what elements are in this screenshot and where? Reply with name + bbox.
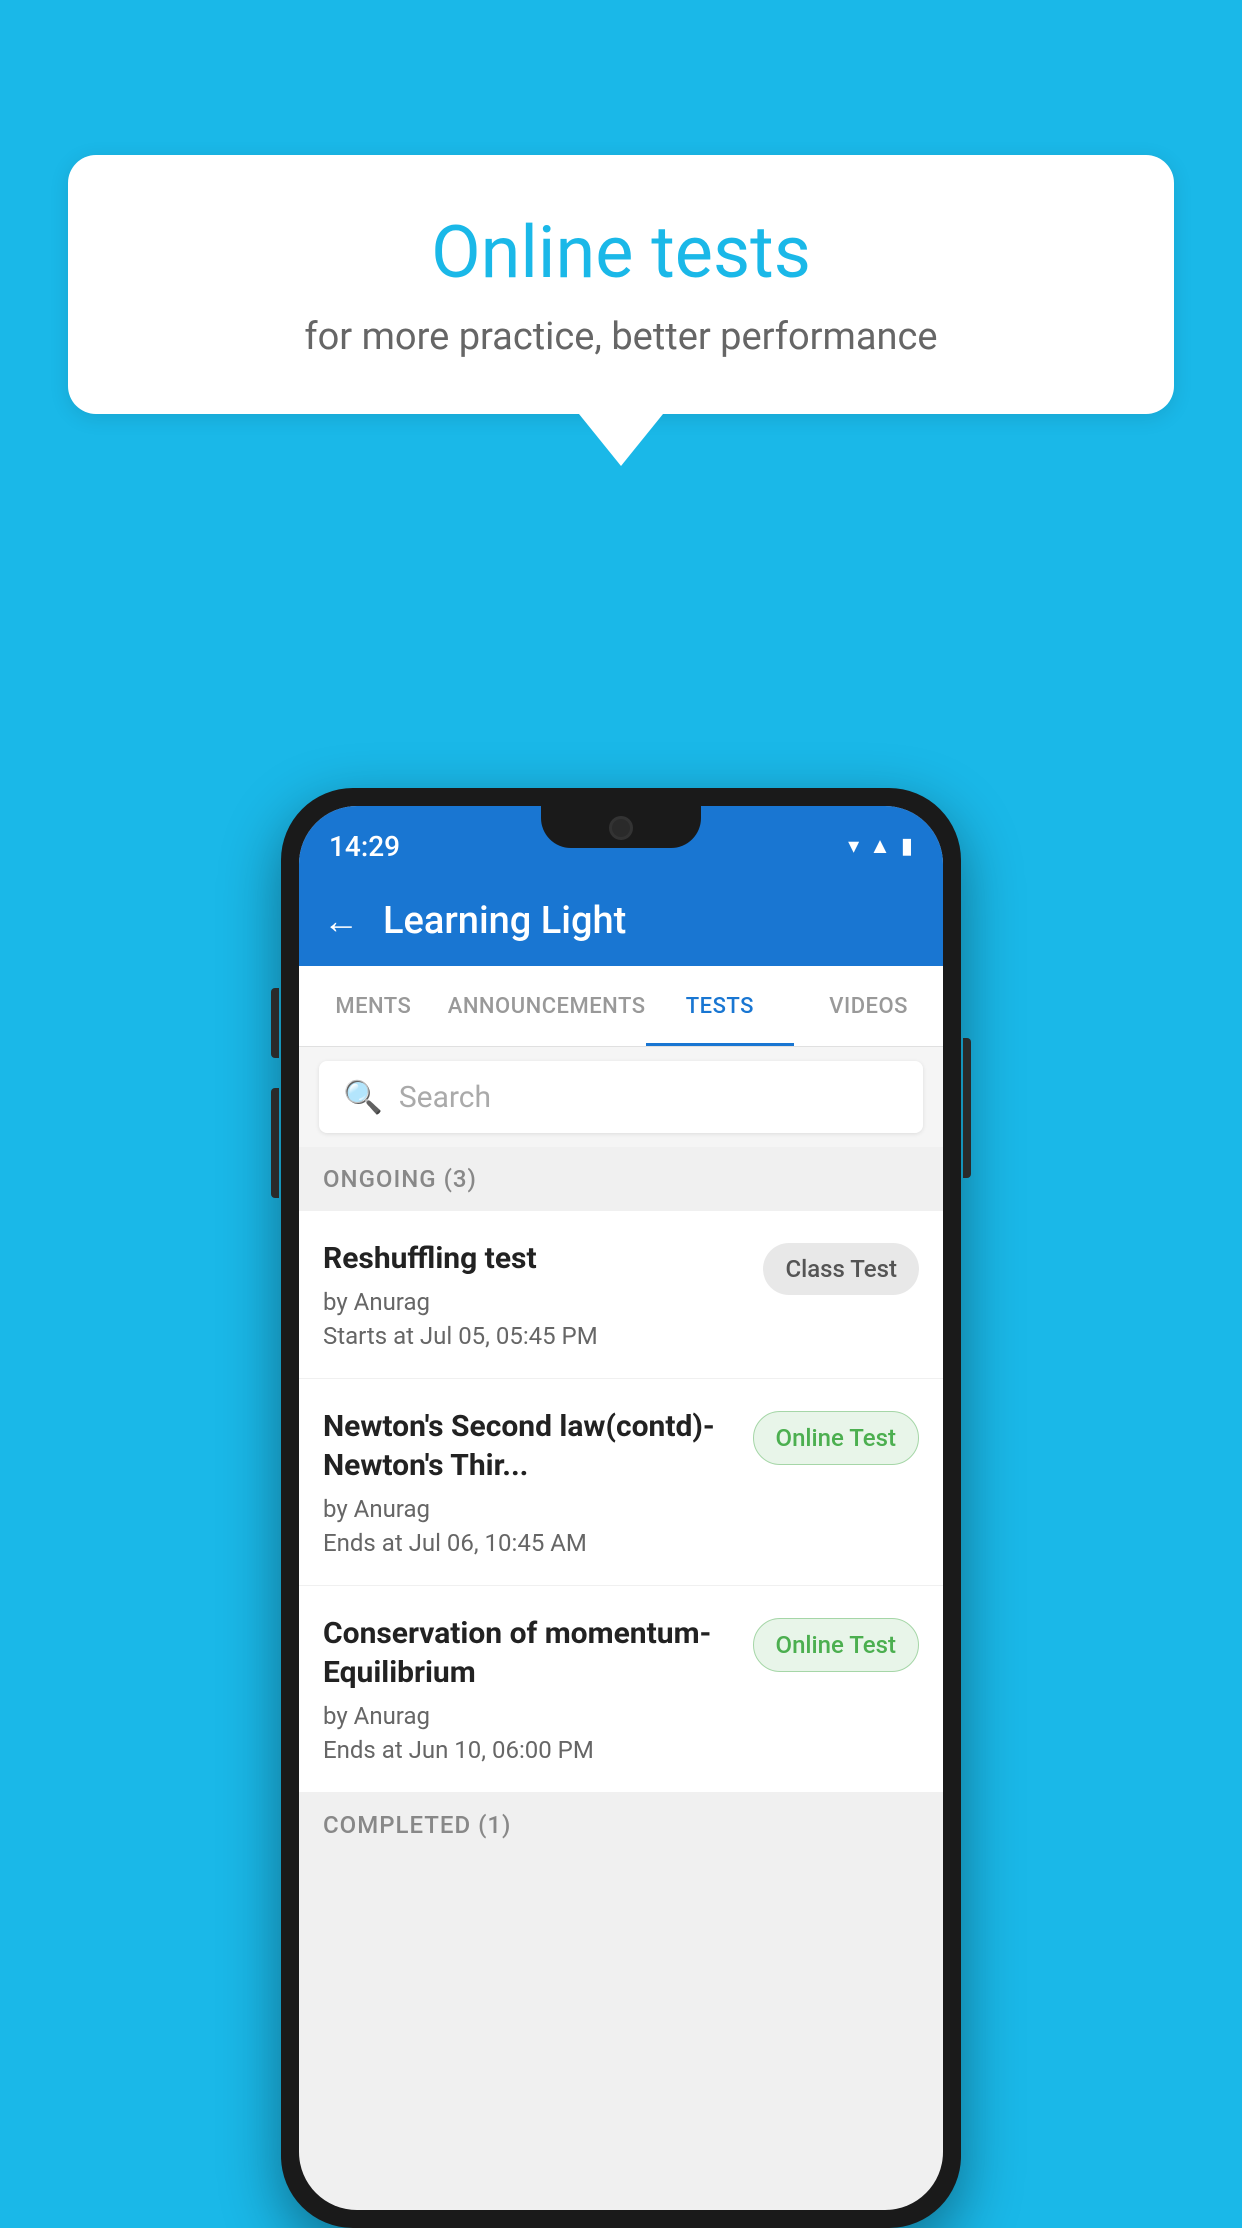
test-info: Newton's Second law(contd)-Newton's Thir… [323,1407,737,1557]
test-badge: Online Test [753,1618,919,1672]
test-badge: Class Test [763,1243,919,1295]
tab-ments[interactable]: MENTS [299,966,448,1046]
app-bar: ← Learning Light [299,876,943,966]
speech-bubble-title: Online tests [128,210,1114,295]
tab-announcements[interactable]: ANNOUNCEMENTS [448,966,646,1046]
status-time: 14:29 [329,830,400,863]
side-button-volume-down [271,1088,279,1198]
test-info: Conservation of momentum-Equilibrium by … [323,1614,737,1764]
test-item[interactable]: Conservation of momentum-Equilibrium by … [299,1586,943,1793]
test-author: by Anurag [323,1495,737,1523]
test-date: Starts at Jul 05, 05:45 PM [323,1322,747,1350]
signal-icon: ▲ [869,833,891,859]
battery-icon: ▮ [901,834,913,859]
back-button[interactable]: ← [323,900,359,942]
tab-videos[interactable]: VIDEOS [794,966,943,1046]
app-bar-title: Learning Light [383,899,626,943]
ongoing-section-header: ONGOING (3) [299,1147,943,1211]
phone-screen: 14:29 ▾ ▲ ▮ ← Learning Light MENTS ANNOU… [299,806,943,2210]
speech-bubble-pointer [579,414,663,466]
tab-tests[interactable]: TESTS [646,966,795,1046]
tabs-container: MENTS ANNOUNCEMENTS TESTS VIDEOS [299,966,943,1047]
test-name: Conservation of momentum-Equilibrium [323,1614,737,1692]
speech-bubble-container: Online tests for more practice, better p… [68,155,1174,466]
speech-bubble-subtitle: for more practice, better performance [128,315,1114,359]
test-name: Newton's Second law(contd)-Newton's Thir… [323,1407,737,1485]
test-date: Ends at Jul 06, 10:45 AM [323,1529,737,1557]
search-container: 🔍 Search [299,1047,943,1147]
test-info: Reshuffling test by Anurag Starts at Jul… [323,1239,747,1350]
test-author: by Anurag [323,1288,747,1316]
speech-bubble: Online tests for more practice, better p… [68,155,1174,414]
wifi-icon: ▾ [848,834,859,859]
status-icons: ▾ ▲ ▮ [848,833,913,859]
test-author: by Anurag [323,1702,737,1730]
search-bar[interactable]: 🔍 Search [319,1061,923,1133]
phone-camera [609,816,633,840]
search-input[interactable]: Search [399,1080,491,1115]
tests-list: Reshuffling test by Anurag Starts at Jul… [299,1211,943,1793]
search-icon: 🔍 [343,1078,383,1116]
test-item[interactable]: Reshuffling test by Anurag Starts at Jul… [299,1211,943,1379]
phone-frame: 14:29 ▾ ▲ ▮ ← Learning Light MENTS ANNOU… [281,788,961,2228]
side-button-volume-up [271,988,279,1058]
test-name: Reshuffling test [323,1239,747,1278]
test-badge: Online Test [753,1411,919,1465]
test-date: Ends at Jun 10, 06:00 PM [323,1736,737,1764]
completed-section-header: COMPLETED (1) [299,1793,943,1857]
test-item[interactable]: Newton's Second law(contd)-Newton's Thir… [299,1379,943,1586]
side-button-power [963,1038,971,1178]
phone-notch [541,806,701,848]
